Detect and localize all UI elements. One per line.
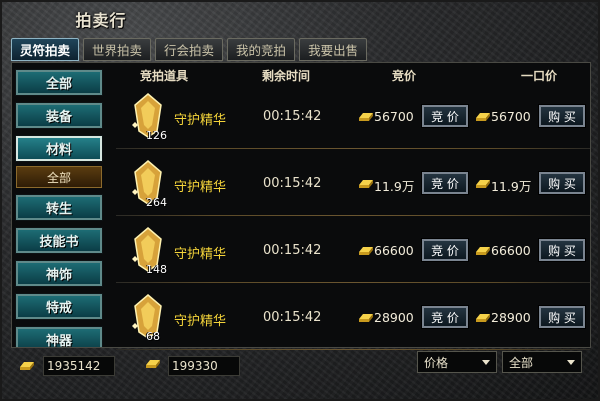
tab-bar: 灵符拍卖 世界拍卖 行会拍卖 我的竞拍 我要出售 xyxy=(11,38,368,62)
gold-balance: 1935142 xyxy=(43,356,115,376)
remaining-time: 00:15:42 xyxy=(263,310,322,325)
title-bar: 拍卖行 xyxy=(60,6,142,32)
bid-price: 56700 xyxy=(374,109,414,124)
gold-ingot-icon xyxy=(359,113,373,121)
category-sidebar: 全部 装备 材料 全部 转生 技能书 神饰 特戒 神器 xyxy=(12,63,116,347)
bid-price: 66600 xyxy=(374,243,414,258)
chevron-down-icon xyxy=(567,360,575,365)
table-row[interactable]: 148 守护精华 00:15:42 66600 竞 价 66600 购 买 xyxy=(116,219,590,283)
item-name: 守护精华 xyxy=(174,247,227,262)
gold-ingot-icon xyxy=(146,360,160,368)
sort-select[interactable]: 价格 xyxy=(417,351,497,373)
remaining-time: 00:15:42 xyxy=(263,176,322,191)
tab-guild-auction[interactable]: 行会拍卖 xyxy=(155,38,224,61)
remaining-time: 00:15:42 xyxy=(263,109,322,124)
gold-ingot-icon xyxy=(359,180,373,188)
category-artifacts[interactable]: 神器 xyxy=(15,326,103,347)
buy-button[interactable]: 购 买 xyxy=(538,171,586,195)
category-divine-ornaments[interactable]: 神饰 xyxy=(15,260,103,287)
category-skill-books[interactable]: 技能书 xyxy=(15,227,103,254)
remaining-time: 00:15:42 xyxy=(263,243,322,258)
bid-button[interactable]: 竞 价 xyxy=(421,238,469,262)
category-all[interactable]: 全部 xyxy=(15,69,103,96)
column-header-bid: 竞价 xyxy=(392,69,417,83)
category-special-rings[interactable]: 特戒 xyxy=(15,293,103,320)
tab-sell[interactable]: 我要出售 xyxy=(299,38,368,61)
buyout-price: 11.9万 xyxy=(491,179,532,194)
item-count: 264 xyxy=(146,196,167,209)
gold-ingot-icon xyxy=(476,247,490,255)
bid-button[interactable]: 竞 价 xyxy=(421,171,469,195)
filter-select[interactable]: 全部 xyxy=(502,351,582,373)
bid-price: 28900 xyxy=(374,310,414,325)
column-header-time: 剩余时间 xyxy=(262,69,311,83)
buyout-price: 56700 xyxy=(491,109,531,124)
tab-my-bids[interactable]: 我的竞拍 xyxy=(227,38,296,61)
auction-window: 拍卖行 灵符拍卖 世界拍卖 行会拍卖 我的竞拍 我要出售 全部 装备 材料 全部… xyxy=(0,0,600,401)
subcategory-all[interactable]: 全部 xyxy=(16,166,102,188)
window-title: 拍卖行 xyxy=(75,11,127,30)
item-name: 守护精华 xyxy=(174,113,227,128)
buy-button[interactable]: 购 买 xyxy=(538,104,586,128)
item-count: 148 xyxy=(146,263,167,276)
gold-ingot-icon xyxy=(476,180,490,188)
table-row[interactable]: 264 守护精华 00:15:42 11.9万 竞 价 11.9万 购 买 xyxy=(116,152,590,216)
buy-button[interactable]: 购 买 xyxy=(538,305,586,329)
gold-ingot-icon xyxy=(476,113,490,121)
buyout-price: 28900 xyxy=(491,310,531,325)
gold-ingot-icon xyxy=(476,314,490,322)
table-row[interactable]: 68 守护精华 00:15:42 28900 竞 价 28900 购 买 xyxy=(116,286,590,350)
bound-gold-balance: 199330 xyxy=(168,356,240,376)
buyout-price: 66600 xyxy=(491,243,531,258)
item-name: 守护精华 xyxy=(174,314,227,329)
gold-ingot-icon xyxy=(359,247,373,255)
auction-panel: 全部 装备 材料 全部 转生 技能书 神饰 特戒 神器 竞拍道具 剩余时间 竞价… xyxy=(11,62,591,350)
category-equipment[interactable]: 装备 xyxy=(15,102,103,129)
bid-button[interactable]: 竞 价 xyxy=(421,305,469,329)
item-count: 126 xyxy=(146,129,167,142)
category-rebirth[interactable]: 转生 xyxy=(15,194,103,221)
column-header-buyout: 一口价 xyxy=(521,69,558,83)
category-materials[interactable]: 材料 xyxy=(15,135,103,162)
bid-price: 11.9万 xyxy=(374,179,415,194)
buy-button[interactable]: 购 买 xyxy=(538,238,586,262)
sort-select-value: 价格 xyxy=(424,355,449,370)
item-count: 68 xyxy=(146,330,160,343)
column-header-item: 竞拍道具 xyxy=(140,69,189,83)
tab-world-auction[interactable]: 世界拍卖 xyxy=(83,38,152,61)
silver-ingot-icon xyxy=(20,362,34,370)
bottom-bar: 1935142 199330 价格 全部 xyxy=(11,350,591,378)
table-row[interactable]: 126 守护精华 00:15:42 56700 竞 价 56700 购 买 xyxy=(116,85,590,149)
chevron-down-icon xyxy=(482,360,490,365)
tab-lingfu-auction[interactable]: 灵符拍卖 xyxy=(11,38,80,61)
gold-ingot-icon xyxy=(359,314,373,322)
bid-button[interactable]: 竞 价 xyxy=(421,104,469,128)
filter-select-value: 全部 xyxy=(509,355,534,370)
item-name: 守护精华 xyxy=(174,180,227,195)
